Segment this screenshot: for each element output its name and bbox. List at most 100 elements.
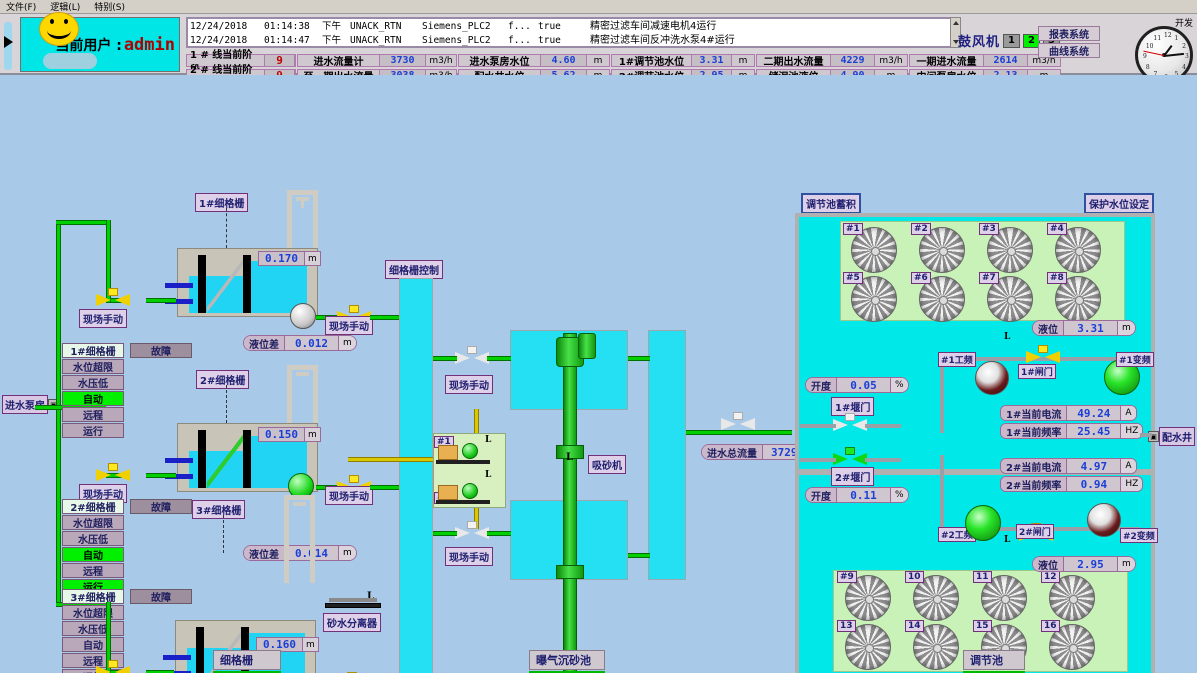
grate-2-status-low-pressure[interactable]: 水压低	[62, 531, 124, 546]
clock-tick: 8	[1145, 63, 1150, 71]
grate-1-status-level-over[interactable]: 水位超限	[62, 359, 124, 374]
grate-2-status-remote[interactable]: 远程	[62, 563, 124, 578]
clock-tick: 9	[1143, 53, 1147, 60]
menu-item-special[interactable]: 特别(S)	[94, 0, 125, 13]
grate-3-gantry-top	[284, 495, 315, 500]
grate-2-inlet-valve[interactable]	[96, 463, 130, 483]
grate-3-inlet-valve[interactable]	[96, 660, 130, 673]
blower-label: 鼓风机	[958, 35, 1001, 50]
regulation-volume-button[interactable]: 调节池蓄积	[801, 193, 861, 214]
level-lower-value: 2.95	[1064, 557, 1118, 571]
pipe-aer-out-top	[628, 356, 650, 361]
grate-3-status-header[interactable]: 3#细格栅	[62, 589, 124, 604]
grate-1-pump[interactable]	[290, 303, 316, 329]
grate-1-screen-bar-left	[198, 255, 206, 313]
grate-2-status-auto[interactable]: 自动	[62, 547, 124, 562]
pipe-weir-lower-in	[800, 458, 836, 462]
pump2-vfd-label: #2变频	[1120, 528, 1158, 543]
aeration-valve-2-label: 现场手动	[445, 547, 493, 566]
grate-2-level-diff: 液位差 0.014 m	[243, 545, 357, 561]
grate-1-diff-value: 0.012	[285, 336, 339, 350]
curve-system-button[interactable]: 曲线系统	[1038, 43, 1100, 58]
grate-2-screen-bar-left	[198, 430, 206, 488]
header-kv-value: 3.31	[692, 55, 732, 66]
header-kv-key: 一期进水流量	[910, 55, 984, 68]
alarm-ampm: 下午	[322, 35, 342, 46]
pipe-av2-out	[487, 531, 511, 536]
chevron-up-icon[interactable]	[953, 21, 959, 25]
caption-regulation[interactable]: 调节池	[963, 650, 1025, 673]
header-kv-unit: m	[587, 55, 609, 66]
grate-control-label[interactable]: 细格栅控制	[385, 260, 443, 279]
gate-1-label: 1#闸门	[1018, 364, 1056, 379]
aeration-valve-1[interactable]	[455, 346, 489, 366]
clock-tick: 11	[1153, 34, 1162, 42]
motor-2-pump[interactable]	[462, 483, 478, 499]
caption-aeration[interactable]: 曝气沉砂池	[529, 650, 605, 673]
suction-machine-label: 吸砂机	[588, 455, 626, 474]
menu-item-file[interactable]: 文件(F)	[6, 0, 36, 13]
header-kv-value: 2614	[984, 55, 1028, 66]
grate-1-fault[interactable]: 故障	[130, 343, 192, 358]
grate-1-status-header[interactable]: 1#细格栅	[62, 343, 124, 358]
grate-1-status-low-pressure[interactable]: 水压低	[62, 375, 124, 390]
mark-l-lower: L	[1004, 535, 1011, 545]
grate-1-status-auto[interactable]: 自动	[62, 391, 124, 406]
aeration-valve-2[interactable]	[455, 521, 489, 541]
grate-3-status-auto[interactable]: 自动	[62, 637, 124, 652]
blower-button-1[interactable]: 1	[1003, 33, 1021, 48]
grate-2-gantry-top	[287, 365, 318, 370]
alarm-row[interactable]: 12/24/2018 01:14:47 下午 UNACK_RTN Siemens…	[190, 34, 950, 46]
sand-sucker-motor-top	[578, 333, 596, 359]
alarm-field: f...	[508, 21, 531, 32]
clock-tick: 1	[1174, 34, 1179, 42]
grate-3-fault[interactable]: 故障	[130, 589, 192, 604]
motor-2-body	[438, 485, 458, 500]
pipe-weir-upper-out	[865, 424, 901, 428]
gate-2-label: 2#闸门	[1016, 524, 1054, 539]
grate-2-screen-bar-right	[243, 430, 251, 488]
grate-2-status-level-over[interactable]: 水位超限	[62, 515, 124, 530]
grate-3-status-level-over[interactable]: 水位超限	[62, 605, 124, 620]
grate-3-gantry-right	[310, 495, 315, 583]
grate-1-screen-bar-right	[243, 255, 251, 313]
caption-grate[interactable]: 细格栅	[213, 650, 281, 673]
protect-level-button[interactable]: 保护水位设定	[1084, 193, 1154, 214]
level-upper-label: 液位	[1033, 321, 1064, 335]
distribution-well[interactable]: ▣ 配水井	[1148, 427, 1195, 446]
pump-2-fixed[interactable]	[965, 505, 1001, 541]
menu-item-logic[interactable]: 逻辑(L)	[50, 0, 80, 13]
pipe-inlet-feed	[35, 405, 60, 410]
fan-label: #2	[911, 223, 931, 235]
pump1-frequency-value: 25.45	[1067, 424, 1122, 438]
grate-2-status-header[interactable]: 2#细格栅	[62, 499, 124, 514]
grate-1-status-remote[interactable]: 远程	[62, 407, 124, 422]
grate-1-status-run[interactable]: 运行	[62, 423, 124, 438]
grate-1-rake	[207, 255, 243, 313]
motor-mark-l-2: L	[485, 470, 492, 480]
pump-2-vfd[interactable]	[1087, 503, 1121, 537]
left-arrow-icon[interactable]	[4, 36, 13, 48]
grate-2-fault[interactable]: 故障	[130, 499, 192, 514]
motor-mark-l-1: L	[485, 435, 492, 445]
pump-1-fixed[interactable]	[975, 361, 1009, 395]
grate-2-outlet-valve-label: 现场手动	[325, 486, 373, 505]
grate-1-level-value: 0.170	[259, 252, 305, 265]
sucker-mark-l: L	[566, 452, 574, 463]
alarm-list[interactable]: 12/24/2018 01:14:38 下午 UNACK_RTN Siemens…	[186, 17, 954, 48]
grate-2-level-unit: m	[305, 428, 320, 441]
grate-3-status-low-pressure[interactable]: 水压低	[62, 621, 124, 636]
weir-lower-valve[interactable]	[833, 447, 867, 467]
pump1-fixed-label: #1工频	[938, 352, 976, 367]
grate-3-screen-bar-left	[196, 627, 204, 673]
grate-1-inlet-valve[interactable]	[96, 288, 130, 308]
weir-upper-valve[interactable]	[833, 413, 867, 433]
motor-1-pump[interactable]	[462, 443, 478, 459]
report-system-button[interactable]: 报表系统	[1038, 26, 1100, 41]
gate-1-valve[interactable]	[1026, 345, 1060, 365]
clock-tick: 4	[1182, 63, 1186, 71]
alarm-row[interactable]: 12/24/2018 01:14:38 下午 UNACK_RTN Siemens…	[190, 20, 950, 34]
alarm-value: true	[538, 35, 561, 46]
cloud-icon	[43, 53, 97, 69]
system-buttons: 报表系统 曲线系统	[1038, 26, 1100, 60]
